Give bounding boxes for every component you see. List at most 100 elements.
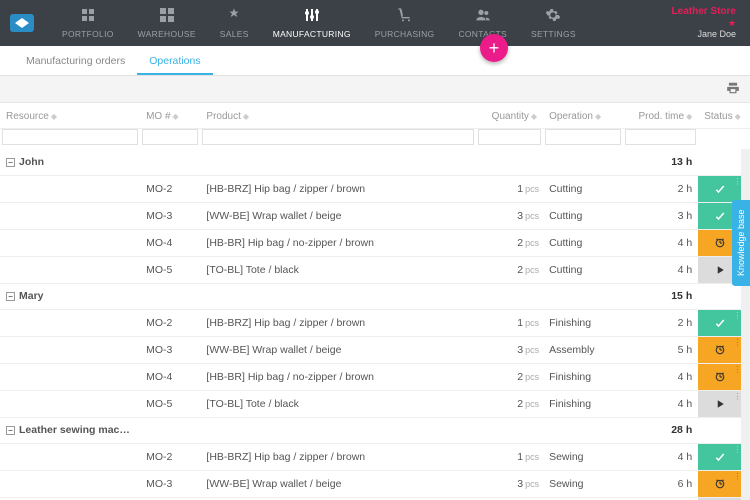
- status-green[interactable]: ⋮: [698, 444, 741, 470]
- more-icon[interactable]: ⋮: [733, 445, 740, 454]
- sort-icon: ◆: [51, 112, 57, 121]
- add-button[interactable]: +: [480, 34, 508, 62]
- operations-table-container[interactable]: Resource◆ MO #◆ Product◆ Quantity◆ Opera…: [0, 102, 750, 500]
- tab-operations[interactable]: Operations: [137, 55, 212, 75]
- cell-operation: Cutting: [543, 256, 623, 283]
- table-row[interactable]: MO-3[WW-BE] Wrap wallet / beige3pcsAssem…: [0, 336, 750, 363]
- tab-manufacturing-orders[interactable]: Manufacturing orders: [14, 55, 137, 75]
- cell-prodtime: 6 h: [623, 470, 698, 497]
- col-product[interactable]: Product◆: [200, 103, 476, 129]
- table-row[interactable]: MO-4[HB-BR] Hip bag / no-zipper / brown2…: [0, 229, 750, 256]
- table-row[interactable]: MO-5[TO-BL] Tote / black2pcsCutting4 h⋮: [0, 256, 750, 283]
- table-row[interactable]: MO-2[HB-BRZ] Hip bag / zipper / brown1pc…: [0, 175, 750, 202]
- status-green[interactable]: ⋮: [698, 310, 741, 336]
- cell-mo: MO-5: [140, 390, 200, 417]
- group-resource: −Mary: [0, 283, 140, 309]
- sales-icon: [226, 7, 242, 27]
- table-row[interactable]: MO-2[HB-BRZ] Hip bag / zipper / brown1pc…: [0, 309, 750, 336]
- collapse-icon[interactable]: −: [6, 158, 15, 167]
- group-row[interactable]: −Leather sewing machine 128 h: [0, 417, 750, 443]
- table-row[interactable]: MO-2[HB-BRZ] Hip bag / zipper / brown1pc…: [0, 443, 750, 470]
- cell-prodtime: 4 h: [623, 229, 698, 256]
- group-row[interactable]: −Mary 15 h: [0, 283, 750, 309]
- cell-prodtime: 2 h: [623, 175, 698, 202]
- account-info[interactable]: Leather Store ★ Jane Doe: [672, 6, 740, 40]
- col-quantity[interactable]: Quantity◆: [476, 103, 543, 129]
- filter-operation[interactable]: [545, 129, 621, 145]
- sort-icon: ◆: [686, 112, 692, 121]
- sort-icon: ◆: [735, 112, 741, 121]
- col-mo[interactable]: MO #◆: [140, 103, 200, 129]
- nav-label: WAREHOUSE: [138, 29, 196, 39]
- group-row[interactable]: −John13 h: [0, 149, 750, 175]
- more-icon[interactable]: ⋮: [733, 365, 740, 374]
- collapse-icon[interactable]: −: [6, 426, 15, 435]
- table-row[interactable]: MO-5[TO-BL] Tote / black2pcsFinishing4 h…: [0, 390, 750, 417]
- cell-operation: Sewing: [543, 443, 623, 470]
- col-prodtime[interactable]: Prod. time◆: [623, 103, 698, 129]
- filter-prodtime[interactable]: [625, 129, 696, 145]
- collapse-icon[interactable]: −: [6, 292, 15, 301]
- cell-quantity: 1pcs: [476, 309, 543, 336]
- status-orange[interactable]: ⋮: [698, 471, 741, 497]
- table-row[interactable]: MO-3[WW-BE] Wrap wallet / beige3pcsCutti…: [0, 202, 750, 229]
- group-total-time: 15 h: [623, 283, 698, 309]
- cell-product: [WW-BE] Wrap wallet / beige: [200, 470, 476, 497]
- knowledge-base-tab[interactable]: Knowledge base: [732, 200, 750, 286]
- header-row: Resource◆ MO #◆ Product◆ Quantity◆ Opera…: [0, 103, 750, 129]
- warehouse-icon: [159, 7, 175, 27]
- cell-prodtime: 2 h: [623, 309, 698, 336]
- col-operation[interactable]: Operation◆: [543, 103, 623, 129]
- cell-mo: MO-2: [140, 309, 200, 336]
- cell-product: [TO-BL] Tote / black: [200, 390, 476, 417]
- status-orange[interactable]: ⋮: [698, 337, 741, 363]
- cell-product: [WW-BE] Wrap wallet / beige: [200, 202, 476, 229]
- table-row[interactable]: MO-4[HB-BR] Hip bag / no-zipper / brown2…: [0, 363, 750, 390]
- more-icon[interactable]: ⋮: [733, 472, 740, 481]
- nav-label: SALES: [220, 29, 249, 39]
- cell-product: [TO-BL] Tote / black: [200, 256, 476, 283]
- sub-tab-bar: Manufacturing orders Operations +: [0, 46, 750, 76]
- col-status[interactable]: Status◆: [698, 103, 741, 129]
- status-green[interactable]: ⋮: [698, 176, 741, 202]
- cell-mo: MO-2: [140, 175, 200, 202]
- cell-product: [WW-BE] Wrap wallet / beige: [200, 336, 476, 363]
- cell-quantity: 2pcs: [476, 390, 543, 417]
- nav-warehouse[interactable]: WAREHOUSE: [126, 0, 208, 46]
- filter-mo[interactable]: [142, 129, 198, 145]
- more-icon[interactable]: ⋮: [733, 338, 740, 347]
- cell-prodtime: 4 h: [623, 443, 698, 470]
- print-icon[interactable]: [726, 81, 740, 98]
- more-icon[interactable]: ⋮: [733, 311, 740, 320]
- filter-product[interactable]: [202, 129, 474, 145]
- nav-purchasing[interactable]: PURCHASING: [363, 0, 447, 46]
- cell-mo: MO-3: [140, 202, 200, 229]
- cell-quantity: 2pcs: [476, 229, 543, 256]
- group-total-time: 13 h: [623, 149, 698, 175]
- nav-manufacturing[interactable]: MANUFACTURING: [261, 0, 363, 46]
- cell-operation: Finishing: [543, 363, 623, 390]
- nav-settings[interactable]: SETTINGS: [519, 0, 588, 46]
- cell-operation: Cutting: [543, 229, 623, 256]
- sort-icon: ◆: [173, 112, 179, 121]
- nav-label: SETTINGS: [531, 29, 576, 39]
- col-resource[interactable]: Resource◆: [0, 103, 140, 129]
- more-icon[interactable]: ⋮: [733, 392, 740, 401]
- manufacturing-icon: [304, 7, 320, 27]
- cell-mo: MO-2: [140, 443, 200, 470]
- nav-sales[interactable]: SALES: [208, 0, 261, 46]
- status-grey[interactable]: ⋮: [698, 391, 741, 417]
- cell-prodtime: 4 h: [623, 390, 698, 417]
- status-orange[interactable]: ⋮: [698, 364, 741, 390]
- nav-label: MANUFACTURING: [273, 29, 351, 39]
- table-row[interactable]: MO-3[WW-BE] Wrap wallet / beige3pcsSewin…: [0, 470, 750, 497]
- app-logo[interactable]: [10, 14, 34, 32]
- cell-quantity: 1pcs: [476, 175, 543, 202]
- filter-resource[interactable]: [2, 129, 138, 145]
- logo-icon: [15, 18, 29, 28]
- cell-mo: MO-4: [140, 229, 200, 256]
- filter-quantity[interactable]: [478, 129, 541, 145]
- more-icon[interactable]: ⋮: [733, 177, 740, 186]
- nav-portfolio[interactable]: PORTFOLIO: [50, 0, 126, 46]
- cell-prodtime: 4 h: [623, 256, 698, 283]
